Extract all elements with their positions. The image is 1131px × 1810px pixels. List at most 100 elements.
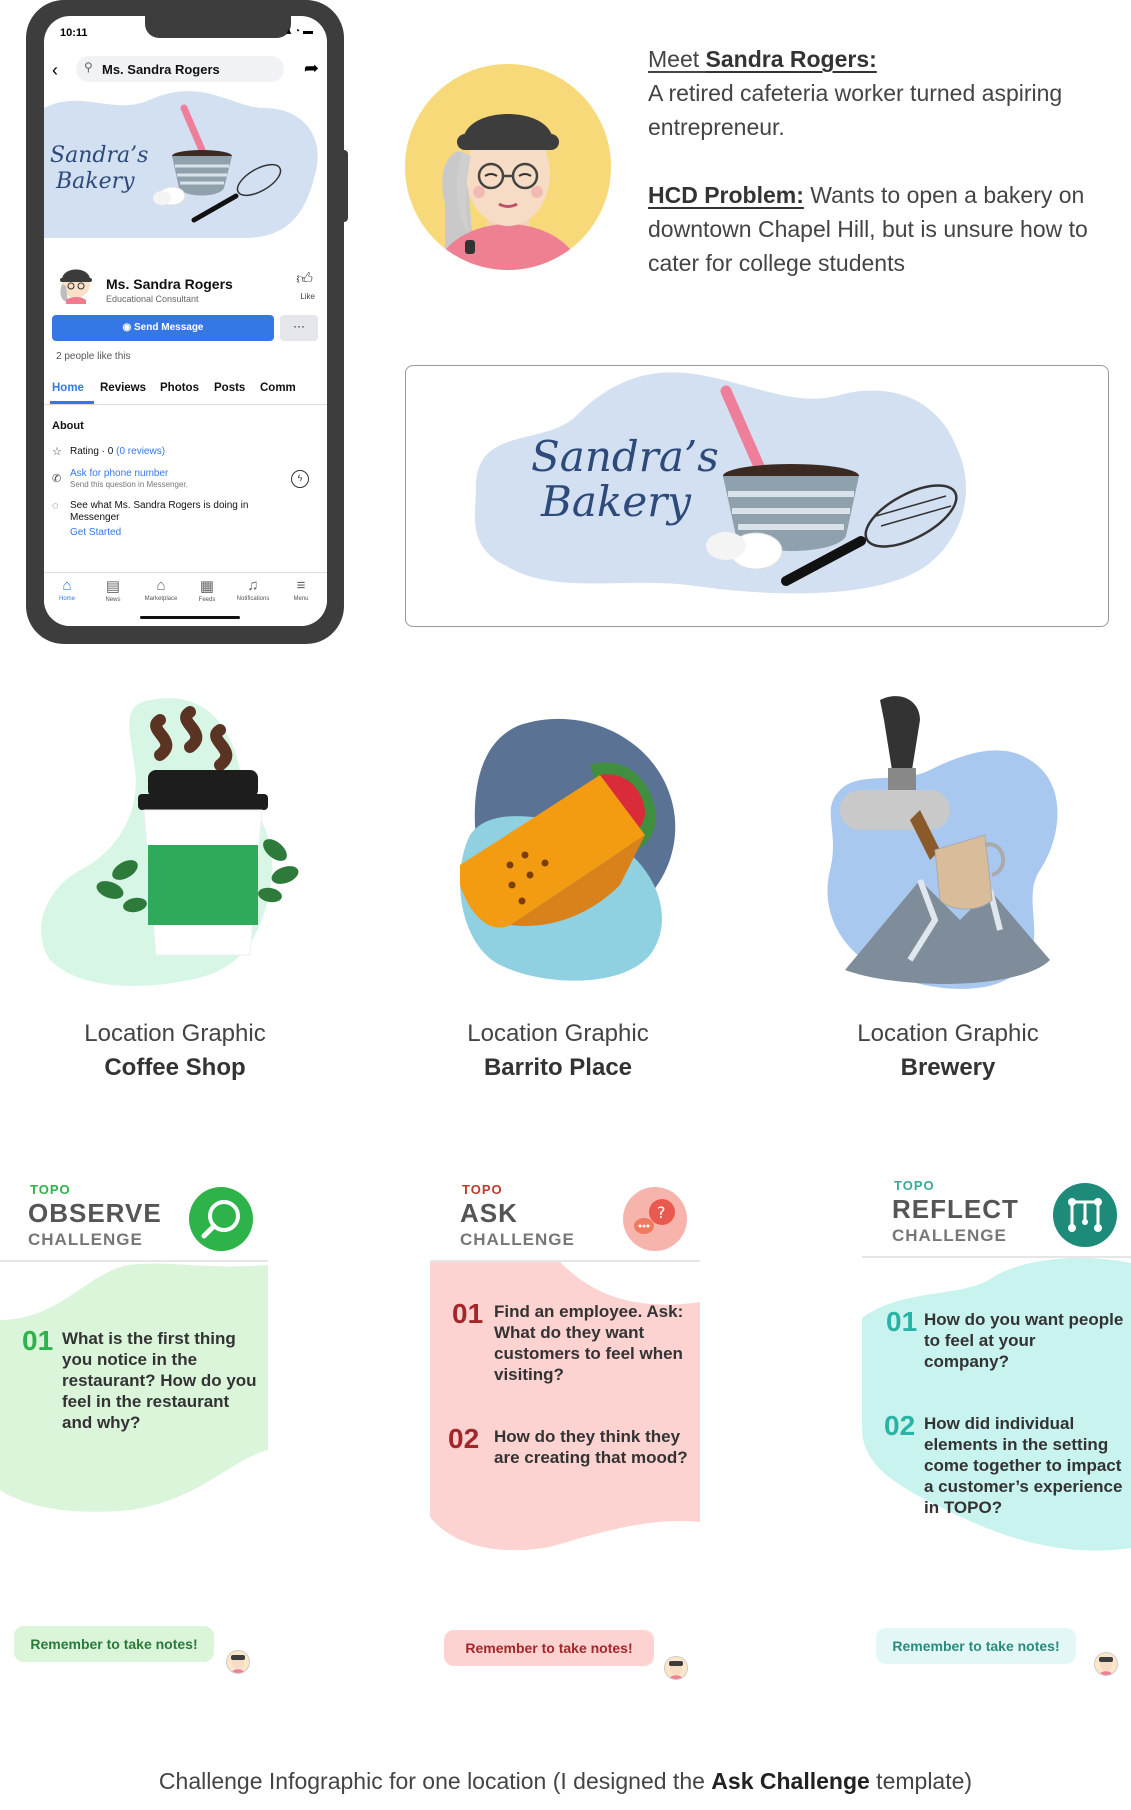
reflect-q1-number: 01 <box>886 1306 918 1337</box>
status-time: 10:11 <box>60 27 88 39</box>
ask-q1-text: Find an employee. Ask: What do they want… <box>494 1302 684 1384</box>
bakery-cover-art: Sandra’s Bakery <box>44 91 318 238</box>
status-icons: ▴ ◔ ▬ <box>286 26 313 37</box>
ask-phone-link[interactable]: Ask for phone number <box>70 468 168 479</box>
nav-menu-label: Menu <box>293 596 309 602</box>
observe-topo: TOPO <box>30 1182 71 1197</box>
fb-nav-row: ‹ ⚲ Ms. Sandra Rogers ➦ <box>44 56 327 86</box>
location-label-coffee: Location Graphic <box>84 1020 266 1047</box>
home-icon: ⌂ <box>62 577 72 594</box>
caption-bold: Ask Challenge <box>711 1768 870 1794</box>
svg-text:Sandra’s: Sandra’s <box>50 143 148 168</box>
phone-screen: 10:11 ▴ ◔ ▬ ‹ ⚲ Ms. Sandra Rogers ➦ Sand… <box>44 16 327 626</box>
ask-title: ASK <box>460 1198 518 1228</box>
ask-challenge-card: TOPO ASK CHALLENGE ? 01 Find an employee… <box>430 1180 700 1551</box>
svg-text:?: ? <box>657 1203 666 1222</box>
more-options-button[interactable]: ··· <box>280 315 318 341</box>
cover-photo[interactable]: Sandra’s Bakery <box>44 88 327 248</box>
tab-posts[interactable]: Posts <box>214 382 245 394</box>
messenger-icon[interactable]: ϟ <box>291 470 309 488</box>
about-section: About ☆ Rating · 0 (0 reviews) ✆ Ask for… <box>44 408 327 558</box>
reflect-mini-avatar <box>1094 1652 1118 1676</box>
location-label-brewery: Location Graphic <box>857 1020 1039 1047</box>
sandra-illustration <box>435 114 581 270</box>
nav-notifications-label: Notifications <box>236 596 270 602</box>
hcd-problem: HCD Problem: Wants to open a bakery on d… <box>648 178 1118 280</box>
page-category: Educational Consultant <box>106 294 199 304</box>
nav-home[interactable]: ⌂ Home <box>44 577 90 602</box>
phone-side-button <box>340 150 348 222</box>
about-heading: About <box>52 420 84 432</box>
reflect-subtitle: CHALLENGE <box>892 1226 1007 1245</box>
rating-row: Rating · 0 (0 reviews) <box>70 446 165 457</box>
meet-name: Sandra Rogers: <box>705 46 877 72</box>
tab-home[interactable]: Home <box>52 382 84 394</box>
menu-icon: ≡ <box>296 577 306 594</box>
phone-icon: ✆ <box>52 473 62 485</box>
observe-q1-text: What is the first thing you notice in th… <box>62 1329 257 1432</box>
search-icon: ⚲ <box>84 60 93 74</box>
ask-notes-pill: Remember to take notes! <box>444 1630 654 1666</box>
send-message-button[interactable]: ◉ Send Message <box>52 315 274 341</box>
nav-marketplace[interactable]: ⌂ Marketplace <box>138 577 184 602</box>
back-arrow-icon[interactable]: ‹ <box>52 60 58 81</box>
likes-count: 2 people like this <box>56 351 131 362</box>
active-tab-indicator <box>50 401 94 404</box>
svg-text:Sandra’s: Sandra’s <box>531 432 719 481</box>
share-icon[interactable]: ➦ <box>304 58 319 79</box>
bakery-logo-art: Sandra’s Bakery <box>474 372 966 594</box>
location-name-brewery: Brewery <box>900 1054 996 1081</box>
ask-q2-text: How do they think they are creating that… <box>494 1427 688 1467</box>
bell-icon: ♫ <box>247 577 259 594</box>
nav-marketplace-label: Marketplace <box>144 596 178 602</box>
persona-description: Meet Sandra Rogers: A retired cafeteria … <box>648 42 1118 280</box>
observe-q1-number: 01 <box>22 1325 54 1356</box>
news-icon: ▤ <box>105 578 121 595</box>
ask-q2-number: 02 <box>448 1423 480 1454</box>
svg-text:Bakery: Bakery <box>540 477 692 526</box>
marketplace-icon: ⌂ <box>156 577 166 594</box>
see-what-text: See what Ms. Sandra Rogers is doing in M… <box>70 500 249 523</box>
location-label-barrito: Location Graphic <box>467 1020 649 1047</box>
nav-home-label: Home <box>58 596 75 602</box>
caption-suffix: template) <box>869 1768 973 1794</box>
phone-notch <box>145 16 291 38</box>
nav-notifications[interactable]: ♫ Notifications <box>230 577 276 602</box>
rating-text: Rating · 0 <box>70 446 117 457</box>
nav-feeds-label: Feeds <box>198 597 216 603</box>
profile-avatar[interactable] <box>56 262 96 304</box>
nav-menu[interactable]: ≡ Menu <box>278 577 324 602</box>
nav-feeds[interactable]: ▦ Feeds <box>184 577 230 603</box>
tab-community[interactable]: Comm <box>260 382 296 394</box>
reflect-q1-text: How do you want people to feel at your c… <box>924 1310 1124 1371</box>
page-tabs: Home Reviews Photos Posts Comm <box>44 374 327 405</box>
like-label[interactable]: Like <box>300 292 315 301</box>
nav-news[interactable]: ▤ News <box>90 577 136 603</box>
reflect-q2-text: How did individual elements in the setti… <box>924 1414 1123 1517</box>
caption-prefix: Challenge Infographic for one location (… <box>158 1768 712 1794</box>
send-message-label: Send Message <box>134 322 204 333</box>
meet-prefix: Meet <box>648 46 706 72</box>
like-icon[interactable]: 👍︎ <box>296 270 313 289</box>
tab-reviews[interactable]: Reviews <box>100 382 146 394</box>
bakery-logo-card: Sandra’s Bakery <box>405 365 1109 627</box>
search-text: Ms. Sandra Rogers <box>102 62 220 77</box>
nav-news-label: News <box>105 597 121 603</box>
ask-mini-avatar <box>664 1656 688 1680</box>
chat-icon: ◌ <box>52 500 59 512</box>
star-icon: ☆ <box>52 446 62 458</box>
page-caption: Challenge Infographic for one location (… <box>0 1768 1131 1795</box>
coffee-shop-graphic <box>41 698 299 986</box>
search-input[interactable]: ⚲ Ms. Sandra Rogers <box>76 56 284 82</box>
magnifier-icon <box>189 1187 253 1251</box>
speech-bubble-icon: ? <box>623 1187 687 1251</box>
get-started-link[interactable]: Get Started <box>70 527 121 538</box>
ask-q1-number: 01 <box>452 1298 484 1329</box>
observe-challenge-card: TOPO OBSERVE CHALLENGE 01 What is the fi… <box>0 1180 268 1540</box>
ask-topo: TOPO <box>462 1182 503 1197</box>
reflect-challenge-card: TOPO REFLECT CHALLENGE 01 How do you wan… <box>862 1176 1131 1566</box>
messenger-icon: ◉ <box>122 322 135 333</box>
tab-photos[interactable]: Photos <box>160 382 199 394</box>
home-indicator <box>140 616 240 619</box>
reviews-link[interactable]: (0 reviews) <box>116 446 165 457</box>
